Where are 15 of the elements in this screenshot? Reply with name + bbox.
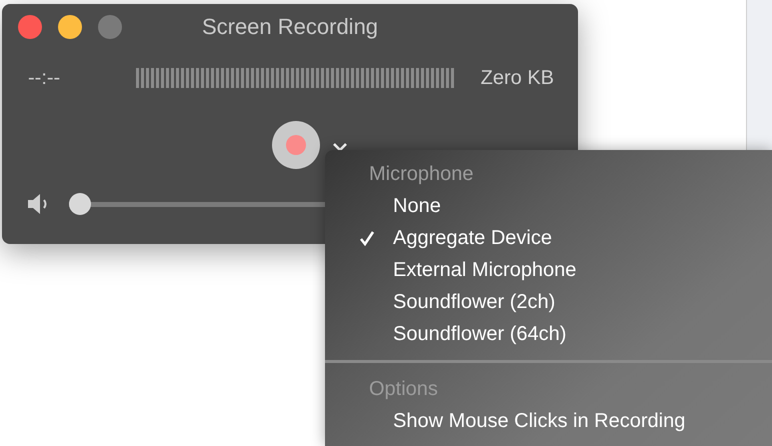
- record-button[interactable]: [272, 121, 320, 169]
- file-size: Zero KB: [480, 66, 554, 90]
- menu-item[interactable]: External Microphone: [325, 254, 584, 286]
- window-title: Screen Recording: [202, 14, 378, 40]
- close-button[interactable]: [18, 15, 42, 39]
- menu-item[interactable]: Aggregate Device: [325, 222, 560, 254]
- options-chevron-icon[interactable]: [332, 142, 348, 152]
- menu-heading: Options: [368, 377, 438, 402]
- menu-item[interactable]: Soundflower (64ch): [325, 318, 574, 350]
- elapsed-time: --:--: [28, 66, 62, 90]
- menu-heading: Microphone: [368, 162, 474, 187]
- menu-item[interactable]: Soundflower (2ch): [325, 286, 564, 318]
- menu-item[interactable]: None: [325, 190, 449, 222]
- menu-item[interactable]: Show Mouse Clicks in Recording: [325, 405, 694, 437]
- minimize-button[interactable]: [58, 15, 82, 39]
